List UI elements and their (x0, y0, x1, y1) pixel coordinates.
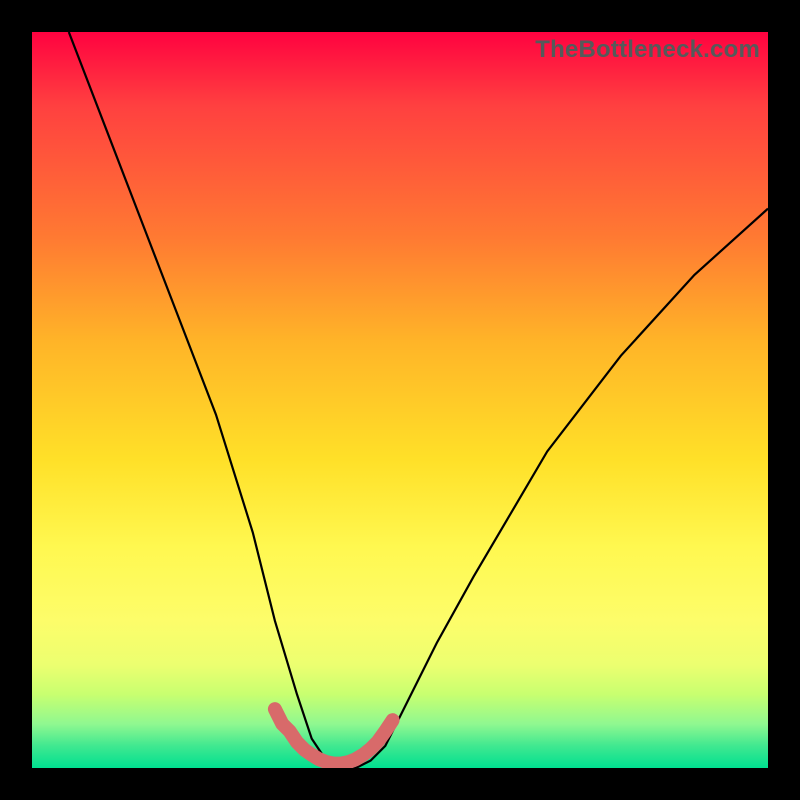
chart-plot-area: TheBottleneck.com (32, 32, 768, 768)
chart-frame: TheBottleneck.com (0, 0, 800, 800)
bottleneck-curve-path (69, 32, 768, 768)
chart-svg (32, 32, 768, 768)
